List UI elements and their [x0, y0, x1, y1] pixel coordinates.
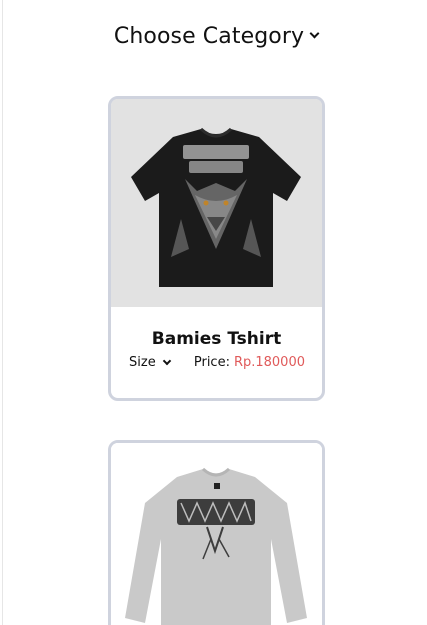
product-image[interactable]: [111, 99, 322, 307]
chevron-down-icon: [309, 28, 320, 39]
chevron-down-icon: [162, 356, 171, 365]
product-card[interactable]: Bamies Tshirt Size Price: Rp.180000: [108, 96, 325, 401]
price-value: Rp.180000: [233, 355, 305, 370]
tshirt-image: [111, 99, 322, 307]
size-label: Size: [129, 355, 156, 370]
longsleeve-image: [111, 443, 322, 625]
price: Price: Rp.180000: [194, 355, 305, 370]
product-image[interactable]: [111, 443, 322, 625]
size-dropdown[interactable]: Size: [129, 355, 171, 370]
category-label: Choose Category: [113, 24, 305, 49]
product-name: Bamies Tshirt: [151, 329, 282, 349]
product-meta-row: Size Price: Rp.180000: [111, 355, 322, 370]
category-dropdown[interactable]: Choose Category: [0, 24, 427, 49]
product-card[interactable]: [108, 440, 325, 625]
left-divider: [2, 0, 3, 625]
price-label: Price:: [193, 355, 230, 370]
product-info: Bamies Tshirt Size Price: Rp.180000: [111, 329, 322, 370]
page: Choose Category Bamies Tshirt Size Price…: [0, 0, 427, 625]
